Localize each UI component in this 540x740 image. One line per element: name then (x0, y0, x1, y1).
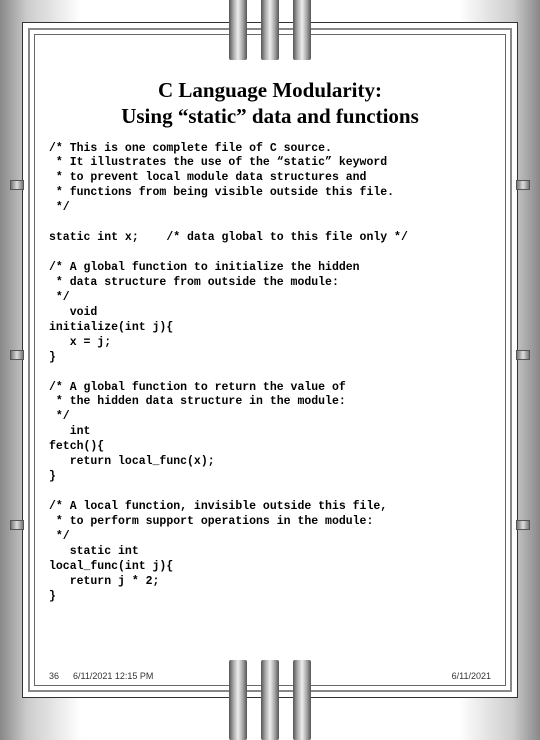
footer-datetime: 6/11/2021 12:15 PM (73, 671, 153, 681)
page-number: 36 (49, 671, 59, 681)
decor-notch (516, 350, 530, 360)
title-line1: C Language Modularity: (158, 78, 382, 102)
code-block: /* This is one complete file of C source… (49, 142, 491, 605)
decor-notch (10, 520, 24, 530)
decor-bars-top (229, 0, 311, 60)
footer-date-right: 6/11/2021 (452, 671, 491, 681)
title-line2: Using “static” data and functions (121, 104, 419, 128)
decor-bars-bottom (229, 660, 311, 740)
slide-title: C Language Modularity: Using “static” da… (49, 77, 491, 130)
decor-notch (516, 180, 530, 190)
decor-notch (10, 350, 24, 360)
slide-frame: C Language Modularity: Using “static” da… (22, 22, 518, 698)
decor-notch (516, 520, 530, 530)
decor-notch (10, 180, 24, 190)
slide-content: C Language Modularity: Using “static” da… (49, 49, 491, 661)
